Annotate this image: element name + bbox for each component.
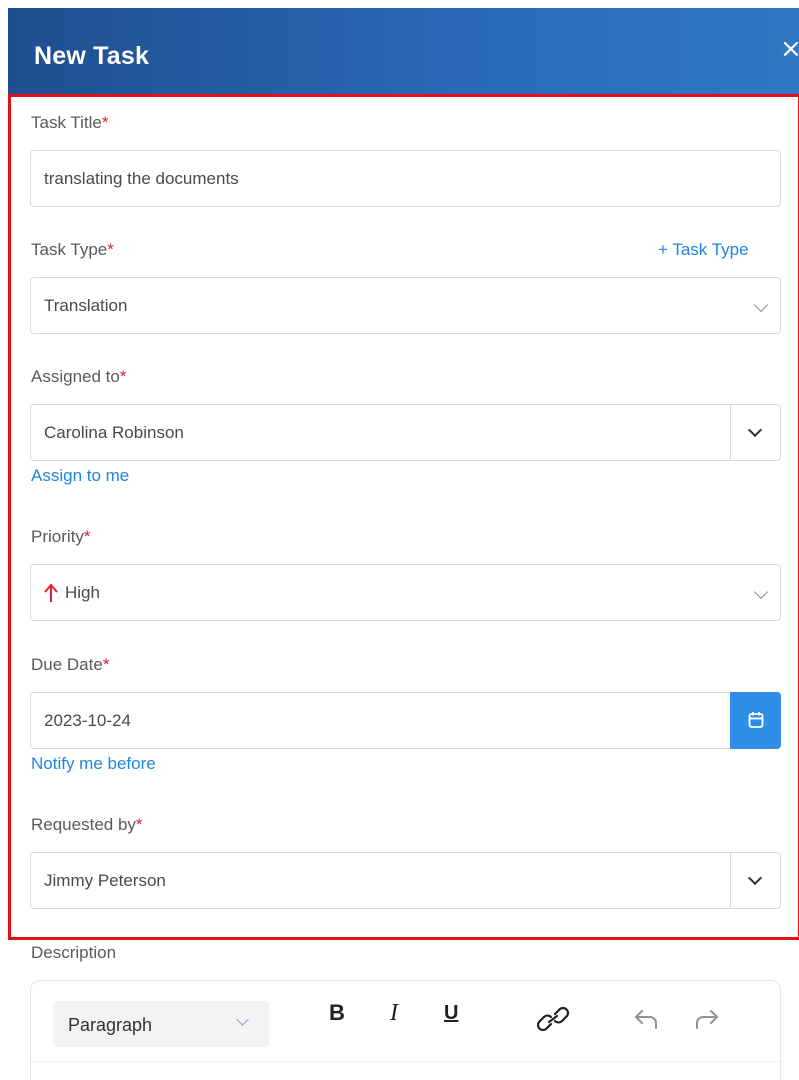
italic-button[interactable]: I xyxy=(390,1000,398,1027)
due-date-label: Due Date* xyxy=(31,655,110,674)
calendar-button[interactable] xyxy=(730,692,781,749)
requested-by-label: Requested by* xyxy=(31,815,143,834)
chevron-down-icon xyxy=(753,584,769,600)
chevron-down-icon xyxy=(753,297,769,313)
assign-to-me-link[interactable]: Assign to me xyxy=(31,466,129,486)
assigned-to-value: Carolina Robinson xyxy=(44,423,184,442)
requested-by-dropdown-button[interactable] xyxy=(730,853,780,908)
close-icon[interactable]: × xyxy=(780,36,799,62)
task-type-label: Task Type* xyxy=(31,240,114,259)
undo-icon[interactable] xyxy=(633,1008,661,1030)
task-title-value: translating the documents xyxy=(44,169,239,188)
priority-select[interactable]: High xyxy=(30,564,781,621)
block-format-value: Paragraph xyxy=(68,1015,153,1035)
toolbar-divider xyxy=(31,1061,782,1062)
chevron-down-icon xyxy=(236,1013,249,1026)
due-date-input[interactable]: 2023-10-24 xyxy=(30,692,781,749)
assigned-to-select[interactable]: Carolina Robinson xyxy=(30,404,781,461)
notify-me-before-link[interactable]: Notify me before xyxy=(31,754,156,774)
underline-button[interactable]: U xyxy=(444,1002,458,1025)
task-type-value: Translation xyxy=(44,296,128,315)
block-format-select[interactable]: Paragraph xyxy=(53,1001,269,1047)
dialog-header: New Task × xyxy=(8,8,799,94)
assigned-to-dropdown-button[interactable] xyxy=(730,405,780,460)
dialog-title: New Task xyxy=(34,42,150,70)
task-type-select[interactable]: Translation xyxy=(30,277,781,334)
chevron-down-icon xyxy=(747,422,763,438)
task-title-input[interactable]: translating the documents xyxy=(30,150,781,207)
link-icon[interactable] xyxy=(535,1004,571,1034)
add-task-type-link[interactable]: + Task Type xyxy=(658,240,749,260)
highlight-frame xyxy=(8,94,799,940)
description-label: Description xyxy=(31,943,117,962)
due-date-value: 2023-10-24 xyxy=(44,711,131,730)
task-title-label: Task Title* xyxy=(31,113,109,132)
priority-value: High xyxy=(65,583,100,602)
requested-by-select[interactable]: Jimmy Peterson xyxy=(30,852,781,909)
assigned-to-label: Assigned to* xyxy=(31,367,127,386)
requested-by-value: Jimmy Peterson xyxy=(44,871,166,890)
priority-label: Priority* xyxy=(31,527,91,546)
arrow-up-icon xyxy=(44,583,58,602)
calendar-icon xyxy=(748,712,764,728)
chevron-down-icon xyxy=(747,870,763,886)
redo-icon[interactable] xyxy=(692,1008,720,1030)
bold-button[interactable]: B xyxy=(329,1000,345,1026)
description-editor[interactable]: Paragraph xyxy=(30,980,782,1080)
